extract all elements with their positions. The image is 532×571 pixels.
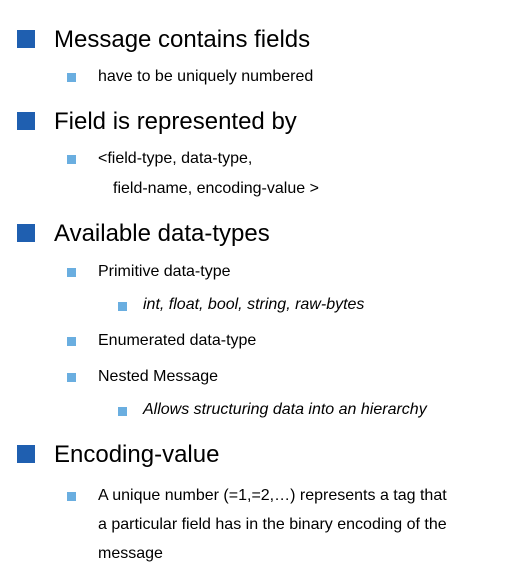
bullet-text: Available data-types [54,220,270,247]
level3-square-bullet-icon [118,302,127,311]
sub-bullet-text-line-1: A unique number (=1,=2,…) represents a t… [98,487,447,504]
slide: Message contains fields have to be uniqu… [0,0,532,571]
bullet-text: Field is represented by [54,108,297,135]
sub-sub-bullet-text: Allows structuring data into an hierarch… [143,401,427,418]
level1-square-bullet-icon [17,445,35,463]
level2-square-bullet-icon [67,337,76,346]
level2-square-bullet-icon [67,268,76,277]
level3-square-bullet-icon [118,407,127,416]
sub-bullet-text-line-2: a particular field has in the binary enc… [98,516,447,533]
sub-bullet-text: Nested Message [98,368,219,385]
bullet-text: Encoding-value [54,441,220,468]
sub-bullet-continuation: field-name, encoding-value > [113,180,319,197]
sub-bullet-text: have to be uniquely numbered [98,68,314,85]
level1-square-bullet-icon [17,30,35,48]
sub-bullet-text: Enumerated data-type [98,332,257,349]
level2-square-bullet-icon [67,155,76,164]
sub-bullet-text: Primitive data-type [98,263,231,280]
level2-square-bullet-icon [67,73,76,82]
level2-square-bullet-icon [67,373,76,382]
bullet-text: Message contains fields [54,26,311,53]
level2-square-bullet-icon [67,492,76,501]
level1-square-bullet-icon [17,224,35,242]
sub-bullet-text: <field-type, data-type, [98,150,253,167]
sub-sub-bullet-text: int, float, bool, string, raw-bytes [143,296,365,313]
sub-bullet-text-line-3: message [98,545,163,562]
level1-square-bullet-icon [17,112,35,130]
